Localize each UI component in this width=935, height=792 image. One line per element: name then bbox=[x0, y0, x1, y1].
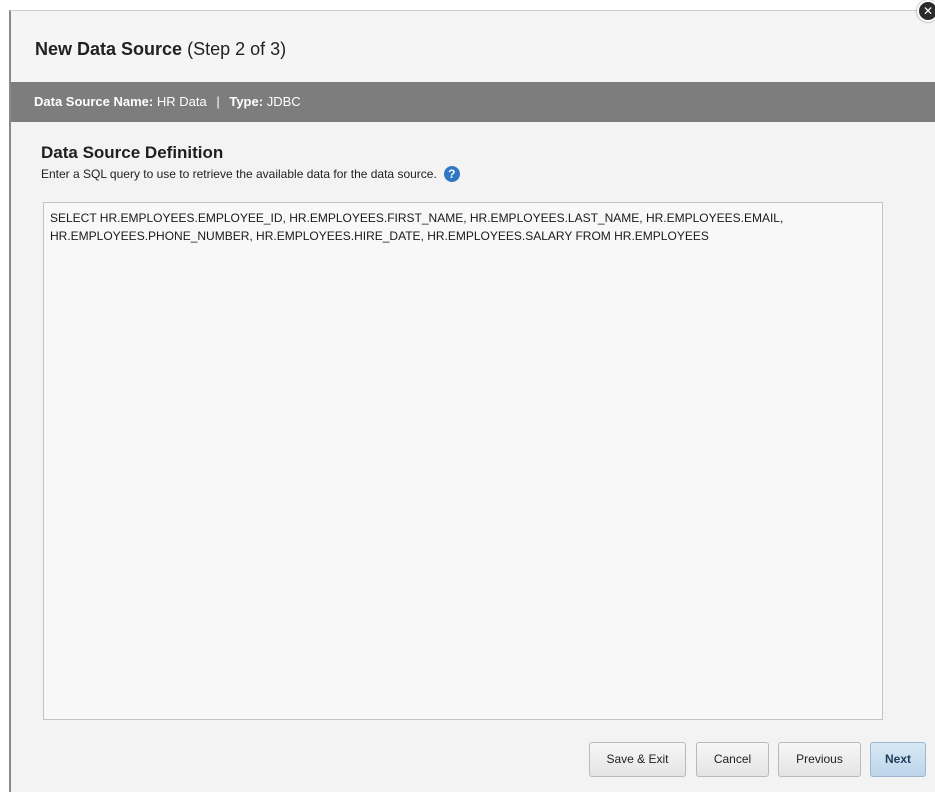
data-source-type-label: Type: bbox=[229, 94, 264, 109]
save-exit-button[interactable]: Save & Exit bbox=[589, 742, 686, 777]
data-source-name-value: HR Data bbox=[156, 94, 207, 109]
data-source-name-label: Data Source Name: bbox=[34, 94, 154, 109]
sql-query-textarea[interactable]: SELECT HR.EMPLOYEES.EMPLOYEE_ID, HR.EMPL… bbox=[43, 202, 883, 720]
close-icon[interactable]: ✕ bbox=[917, 0, 935, 22]
dialog-title: New Data Source (Step 2 of 3) bbox=[35, 39, 286, 60]
previous-button[interactable]: Previous bbox=[778, 742, 861, 777]
cancel-button[interactable]: Cancel bbox=[696, 742, 769, 777]
data-source-type-value: JDBC bbox=[266, 94, 301, 109]
section-title: Data Source Definition bbox=[41, 143, 224, 162]
new-data-source-dialog: New Data Source (Step 2 of 3) Data Sourc… bbox=[9, 10, 935, 792]
dialog-title-text: New Data Source bbox=[35, 39, 183, 59]
dialog-step-indicator: (Step 2 of 3) bbox=[187, 39, 287, 59]
data-source-info-bar: Data Source Name: HR Data | Type: JDBC bbox=[11, 82, 935, 122]
info-separator: | bbox=[216, 94, 220, 109]
dialog-header: New Data Source (Step 2 of 3) bbox=[11, 11, 935, 82]
dialog-content: Data Source Definition Enter a SQL query… bbox=[11, 122, 935, 792]
section-description: Enter a SQL query to use to retrieve the… bbox=[41, 166, 460, 182]
help-icon[interactable]: ? bbox=[443, 166, 460, 182]
description-text: Enter a SQL query to use to retrieve the… bbox=[41, 167, 437, 181]
next-button[interactable]: Next bbox=[870, 742, 926, 777]
